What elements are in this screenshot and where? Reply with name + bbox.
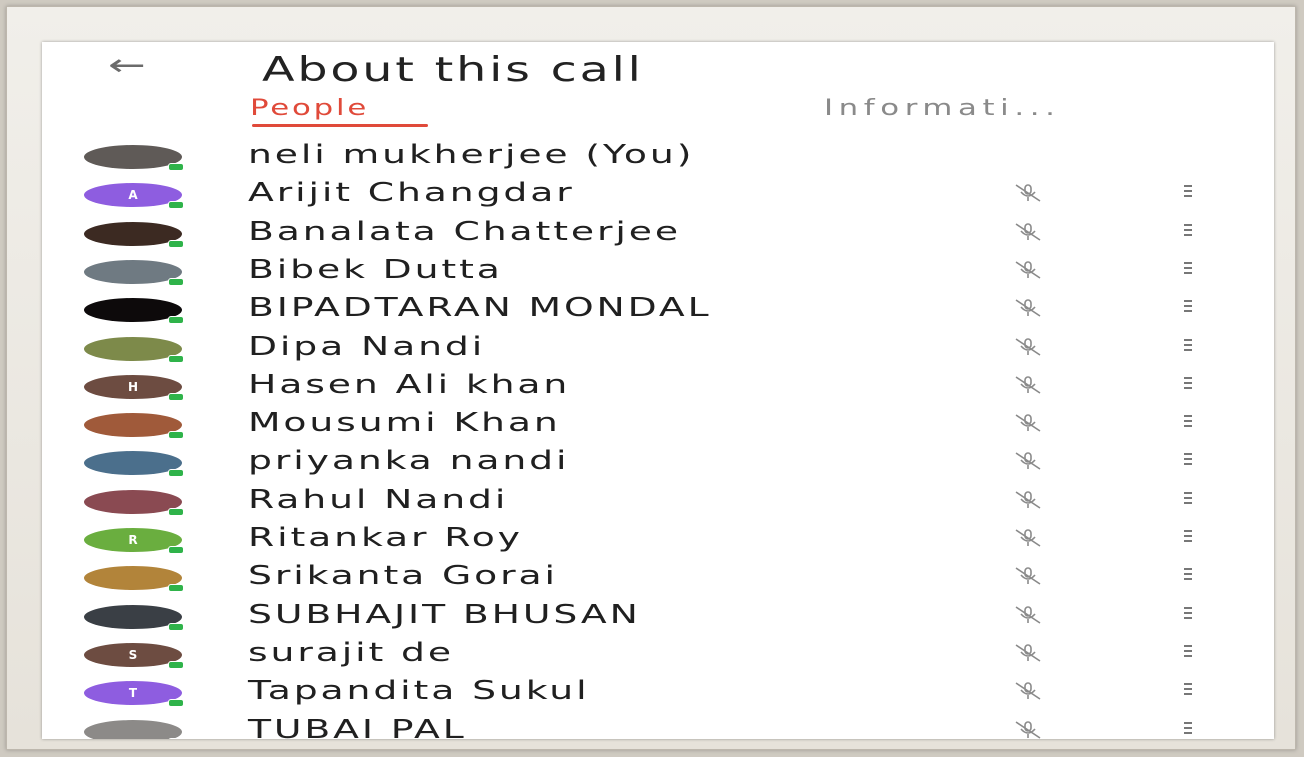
participant-name: Tapandita Sukul xyxy=(248,676,590,707)
participant-name: Dipa Nandi xyxy=(248,331,486,362)
mic-off-icon[interactable] xyxy=(1012,298,1044,318)
participant-row[interactable]: R Ritankar Roy xyxy=(42,519,1274,557)
participant-row[interactable]: T Tapandita Sukul xyxy=(42,672,1274,710)
mic-off-icon[interactable] xyxy=(1012,605,1044,625)
online-status-dot xyxy=(168,660,184,669)
participant-row[interactable]: Srikanta Gorai xyxy=(42,557,1274,595)
online-status-dot xyxy=(168,699,184,708)
participant-name: priyanka nandi xyxy=(248,446,570,477)
participant-row[interactable]: neli mukherjee (You) xyxy=(42,136,1274,174)
participant-name: Ritankar Roy xyxy=(248,523,523,553)
participant-row[interactable]: A Arijit Changdar xyxy=(42,174,1274,212)
online-status-dot xyxy=(168,622,184,631)
participant-row[interactable]: TUBAI PAL xyxy=(42,711,1274,740)
mic-off-icon[interactable] xyxy=(1012,222,1044,242)
online-status-dot xyxy=(168,201,184,210)
more-options-icon[interactable] xyxy=(1184,453,1194,469)
mic-off-icon[interactable] xyxy=(1012,337,1044,357)
online-status-dot xyxy=(168,239,184,248)
participant-row[interactable]: Ssurajit de xyxy=(42,634,1274,672)
participant-name: Banalata Chatterjee xyxy=(248,216,681,247)
mic-off-icon[interactable] xyxy=(1012,643,1044,663)
participant-name: neli mukherjee (You) xyxy=(248,140,695,170)
more-options-icon[interactable] xyxy=(1184,338,1194,355)
participant-row[interactable]: SUBHAJIT BHUSAN xyxy=(42,596,1274,634)
online-status-dot xyxy=(168,469,184,478)
participant-row[interactable]: Bibek Dutta xyxy=(42,251,1274,289)
mic-off-icon[interactable] xyxy=(1012,183,1044,203)
participant-name: SUBHAJIT BHUSAN xyxy=(248,599,641,630)
mic-off-icon[interactable] xyxy=(1012,260,1044,280)
page-title: About this call xyxy=(262,50,644,90)
participant-name: Hasen Ali khan xyxy=(248,369,571,400)
online-status-dot xyxy=(168,392,184,401)
online-status-dot xyxy=(168,584,184,593)
online-status-dot xyxy=(168,431,184,440)
participant-name: Arijit Changdar xyxy=(248,178,575,209)
participant-row[interactable]: Banalata Chatterjee xyxy=(42,213,1274,251)
mic-off-icon[interactable] xyxy=(1012,681,1044,701)
participant-row[interactable]: priyanka nandi xyxy=(42,442,1274,480)
online-status-dot xyxy=(168,737,184,739)
more-options-icon[interactable] xyxy=(1184,606,1194,623)
online-status-dot xyxy=(168,546,184,554)
mic-off-icon[interactable] xyxy=(1012,566,1044,586)
more-options-icon[interactable] xyxy=(1184,223,1194,240)
participant-row[interactable]: Mousumi Khan xyxy=(42,404,1274,442)
participant-row[interactable]: Rahul Nandi xyxy=(42,481,1274,519)
participant-name: Srikanta Gorai xyxy=(248,561,558,592)
header: ← About this call xyxy=(42,42,1274,90)
more-options-icon[interactable] xyxy=(1184,644,1194,661)
avatar xyxy=(84,719,182,739)
participant-name: BIPADTARAN MONDAL xyxy=(248,293,712,324)
online-status-dot xyxy=(168,277,184,286)
online-status-dot xyxy=(168,163,184,171)
tab-people[interactable]: People xyxy=(250,96,369,122)
mic-off-icon[interactable] xyxy=(1012,413,1044,433)
more-options-icon[interactable] xyxy=(1184,721,1194,738)
more-options-icon[interactable] xyxy=(1184,491,1194,508)
participant-name: Bibek Dutta xyxy=(248,254,503,285)
mic-off-icon[interactable] xyxy=(1012,451,1044,471)
more-options-icon[interactable] xyxy=(1184,376,1194,393)
participant-name: surajit de xyxy=(248,637,454,668)
back-arrow-icon[interactable]: ← xyxy=(108,51,183,81)
more-options-icon[interactable] xyxy=(1184,300,1194,316)
more-options-icon[interactable] xyxy=(1184,530,1194,546)
call-details-screen: ← About this call People Informati... ne… xyxy=(42,42,1274,739)
screenshot-frame: ← About this call People Informati... ne… xyxy=(6,6,1296,750)
more-options-icon[interactable] xyxy=(1184,415,1194,431)
participant-name: TUBAI PAL xyxy=(248,714,467,740)
more-options-icon[interactable] xyxy=(1184,185,1194,201)
participant-name: Mousumi Khan xyxy=(248,408,561,439)
mic-off-icon[interactable] xyxy=(1012,490,1044,510)
active-tab-indicator xyxy=(252,124,428,127)
more-options-icon[interactable] xyxy=(1184,261,1194,278)
mic-off-icon[interactable] xyxy=(1012,528,1044,548)
online-status-dot xyxy=(168,354,184,363)
participant-row[interactable]: H Hasen Ali khan xyxy=(42,366,1274,404)
mic-off-icon[interactable] xyxy=(1012,720,1044,740)
participant-row[interactable]: Dipa Nandi xyxy=(42,328,1274,366)
online-status-dot xyxy=(168,316,184,325)
participant-row[interactable]: BIPADTARAN MONDAL xyxy=(42,289,1274,327)
online-status-dot xyxy=(168,507,184,516)
more-options-icon[interactable] xyxy=(1184,683,1194,699)
tab-information[interactable]: Informati... xyxy=(824,96,1061,122)
mic-off-icon[interactable] xyxy=(1012,375,1044,395)
participant-name: Rahul Nandi xyxy=(248,484,509,515)
more-options-icon[interactable] xyxy=(1184,568,1194,584)
